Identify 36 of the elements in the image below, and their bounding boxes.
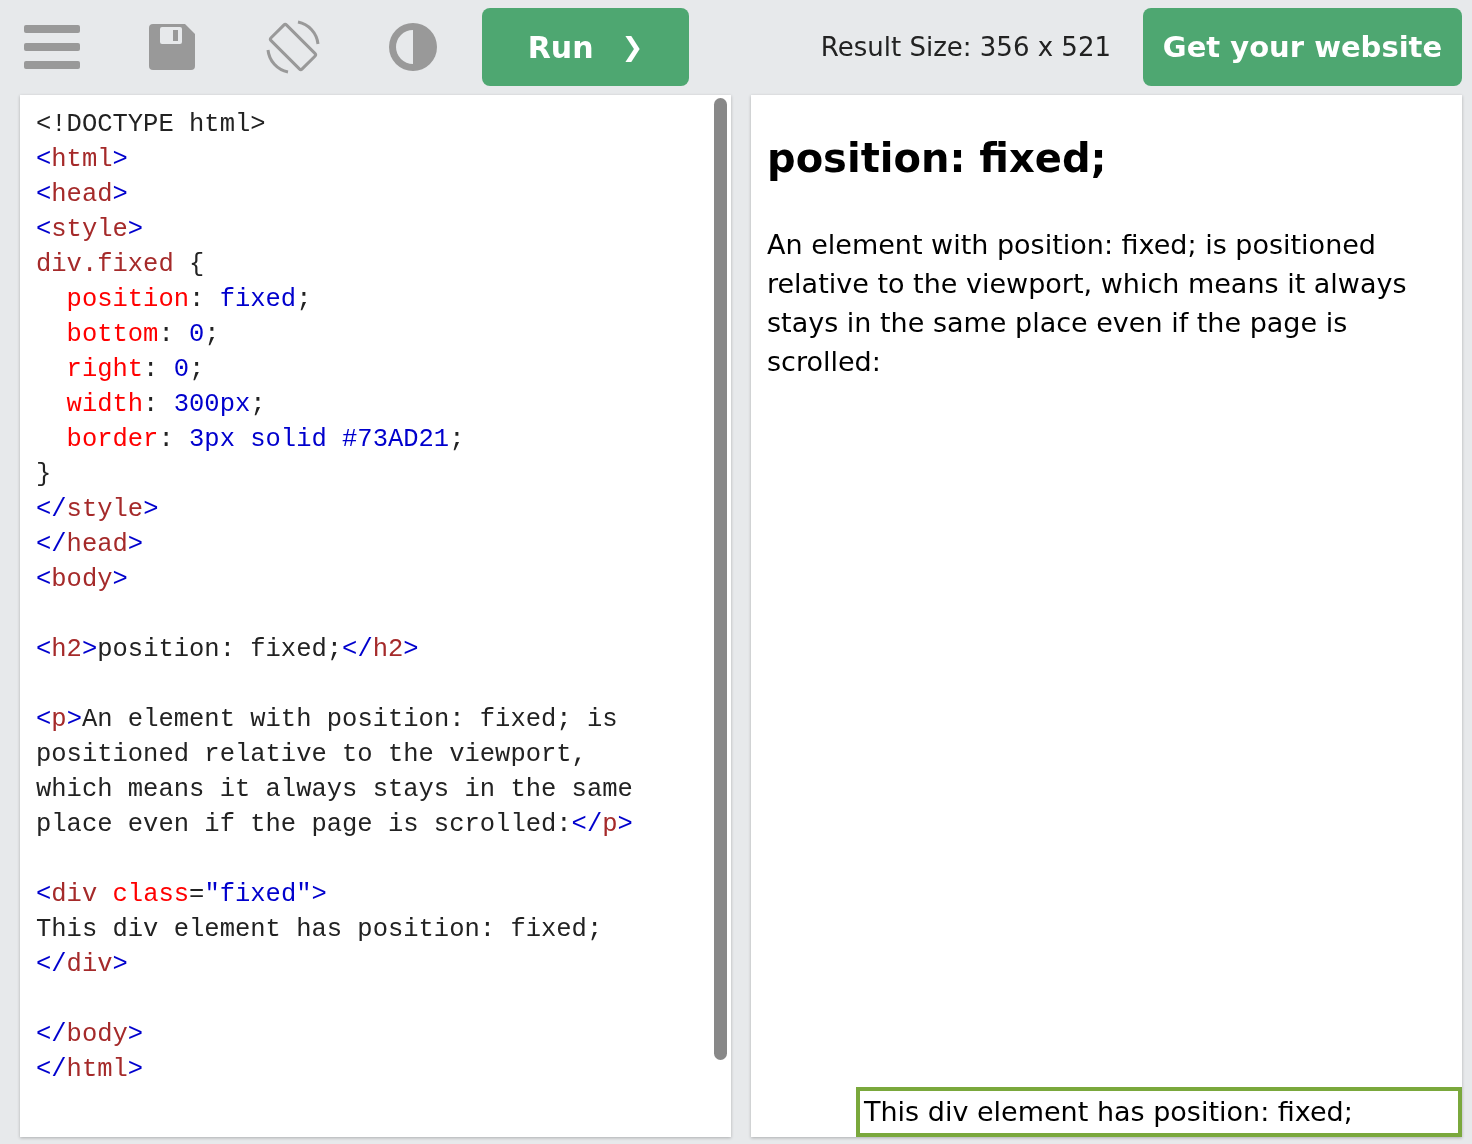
code-line: right: 0; — [65, 354, 205, 386]
code-line: </body> — [36, 1019, 144, 1051]
code-line: </div> — [36, 949, 128, 981]
code-line: <head> — [36, 179, 128, 211]
code-line: <p>An element with position: fixed; is — [36, 704, 618, 736]
code-line: border: 3px solid #73AD21; — [65, 424, 465, 456]
code-line: This div element has position: fixed; — [36, 914, 603, 946]
run-button[interactable]: Run ❯ — [482, 8, 689, 86]
scrollbar[interactable] — [714, 98, 727, 1060]
fixed-div-box: This div element has position: fixed; — [856, 1087, 1462, 1137]
menu-icon[interactable] — [24, 25, 80, 69]
code-line: <html> — [36, 144, 128, 176]
code-line: <div class="fixed"> — [36, 879, 327, 911]
code-line: <body> — [36, 564, 128, 596]
code-line: which means it always stays in the same — [36, 774, 633, 806]
contrast-icon[interactable] — [389, 23, 437, 71]
code-line: <!DOCTYPE html> — [36, 109, 266, 141]
code-line: width: 300px; — [65, 389, 266, 421]
code-line: } — [36, 459, 52, 491]
rotate-device-icon[interactable] — [265, 19, 321, 75]
get-website-button[interactable]: Get your website — [1143, 8, 1462, 86]
code-line: place even if the page is scrolled:</p> — [36, 809, 633, 841]
code-line: position: fixed; — [65, 284, 312, 316]
save-icon[interactable] — [149, 24, 195, 70]
code-line: <h2>position: fixed;</h2> — [36, 634, 419, 666]
code-line: </head> — [36, 529, 144, 561]
result-size-label: Result Size: 356 x 521 — [820, 32, 1111, 62]
code-line: </html> — [36, 1054, 144, 1086]
result-heading: position: fixed; — [767, 134, 1108, 183]
code-editor[interactable] — [20, 95, 731, 1137]
code-line: div.fixed { — [36, 249, 205, 281]
code-line: </style> — [36, 494, 159, 526]
code-line: positioned relative to the viewport, — [36, 739, 587, 771]
code-line: <style> — [36, 214, 144, 246]
code-line: bottom: 0; — [65, 319, 220, 351]
result-paragraph: An element with position: fixed; is positioned relative to the viewport, which means it always stays in the same place even if the page is scrolled: — [767, 228, 1408, 379]
